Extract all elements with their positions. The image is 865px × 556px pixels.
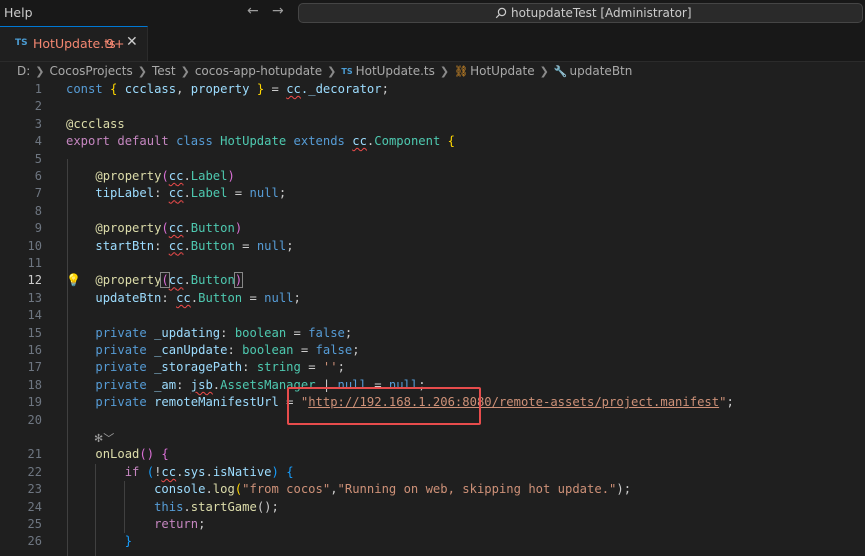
line-number: 2 bbox=[34, 99, 42, 114]
line-number: 25 bbox=[27, 517, 42, 531]
code-line: 15 private _updating: boolean = false; bbox=[0, 325, 865, 342]
code-line: 22 if (!cc.sys.isNative) { bbox=[0, 464, 865, 481]
line-number: 3 bbox=[34, 116, 42, 131]
line-number: 6 bbox=[34, 169, 42, 183]
close-icon[interactable]: ✕ bbox=[126, 34, 138, 50]
line-number: 17 bbox=[27, 360, 42, 375]
code-line: 10 startBtn: cc.Button = null; bbox=[0, 238, 865, 255]
typescript-icon: TS bbox=[341, 66, 353, 76]
codelens-icon[interactable]: ✻﹀ bbox=[94, 430, 114, 446]
breadcrumb-item-test[interactable]: Test bbox=[152, 64, 176, 78]
breadcrumb-item-cocosprojects[interactable]: CocosProjects bbox=[50, 64, 133, 78]
code-line: 25 return; bbox=[0, 516, 865, 533]
class-icon: ⛓ bbox=[454, 64, 469, 78]
search-text: hotupdateTest [Administrator] bbox=[511, 6, 692, 20]
line-number: 1 bbox=[34, 82, 42, 96]
chevron-right-icon: ❯ bbox=[539, 64, 549, 78]
code-line: 7 tipLabel: cc.Label = null; bbox=[0, 185, 865, 202]
breadcrumb-item-member[interactable]: updateBtn bbox=[570, 64, 633, 78]
breadcrumb-item-project[interactable]: cocos-app-hotupdate bbox=[195, 64, 322, 78]
code-line-active: 12 💡 @property(cc.Button) bbox=[0, 272, 865, 289]
line-number: 13 bbox=[27, 290, 42, 305]
command-center-search[interactable]: hotupdateTest [Administrator] bbox=[298, 3, 863, 23]
code-line: 2 bbox=[0, 98, 865, 115]
wrench-icon: 🔧 bbox=[553, 64, 568, 78]
typescript-icon: TS bbox=[15, 38, 28, 48]
line-number: 11 bbox=[27, 256, 42, 270]
code-editor[interactable]: 1 const { ccclass, property } = cc._deco… bbox=[0, 81, 865, 556]
chevron-right-icon: ❯ bbox=[327, 64, 337, 78]
code-line: 16 private _canUpdate: boolean = false; bbox=[0, 342, 865, 359]
breadcrumb: D: ❯ CocosProjects ❯ Test ❯ cocos-app-ho… bbox=[17, 63, 632, 79]
line-number: 15 bbox=[27, 325, 42, 340]
line-number: 19 bbox=[27, 395, 42, 410]
code-line: 9 @property(cc.Button) bbox=[0, 220, 865, 237]
line-number: 22 bbox=[27, 464, 42, 479]
breadcrumb-item-class[interactable]: HotUpdate bbox=[470, 64, 535, 78]
code-line: 1 const { ccclass, property } = cc._deco… bbox=[0, 81, 865, 98]
line-number: 21 bbox=[27, 447, 42, 462]
search-icon bbox=[495, 7, 507, 19]
line-number: 18 bbox=[27, 377, 42, 392]
code-line: 8 bbox=[0, 203, 865, 220]
line-number: 14 bbox=[27, 308, 42, 323]
code-line: 26 } bbox=[0, 533, 865, 550]
line-number: 7 bbox=[34, 186, 42, 201]
arrow-left-icon[interactable]: ← bbox=[247, 3, 259, 19]
line-number: 20 bbox=[27, 412, 42, 427]
breadcrumb-item-file[interactable]: HotUpdate.ts bbox=[356, 64, 435, 78]
line-number: 12 bbox=[27, 273, 42, 288]
line-number: 5 bbox=[34, 151, 42, 166]
tab-bar: TS HotUpdate.ts 9+ ✕ bbox=[0, 26, 865, 62]
code-line: 5 bbox=[0, 151, 865, 168]
code-line: 14 bbox=[0, 307, 865, 324]
line-number: 4 bbox=[34, 134, 42, 149]
code-line: 17 private _storagePath: string = ''; bbox=[0, 359, 865, 376]
code-line: 23 console.log("from cocos","Running on … bbox=[0, 481, 865, 498]
code-line: 6 @property(cc.Label) bbox=[0, 168, 865, 185]
codelens-row: ✻﹀ bbox=[0, 429, 865, 446]
code-line: 21 onLoad() { bbox=[0, 446, 865, 463]
highlight-annotation-box bbox=[287, 387, 481, 425]
chevron-right-icon: ❯ bbox=[180, 64, 190, 78]
line-number: 8 bbox=[34, 203, 42, 218]
code-line: 13 updateBtn: cc.Button = null; bbox=[0, 290, 865, 307]
chevron-right-icon: ❯ bbox=[439, 64, 450, 78]
menu-help[interactable]: Help bbox=[4, 5, 33, 20]
title-bar: Help ← → hotupdateTest [Administrator] bbox=[0, 0, 865, 27]
line-number: 24 bbox=[27, 499, 42, 514]
line-number: 10 bbox=[27, 238, 42, 253]
chevron-right-icon: ❯ bbox=[137, 64, 147, 78]
code-line: 3 @ccclass bbox=[0, 116, 865, 133]
tab-hotupdate-ts[interactable]: TS HotUpdate.ts 9+ ✕ bbox=[0, 26, 148, 61]
breadcrumb-item-drive[interactable]: D: bbox=[17, 64, 30, 78]
line-number: 16 bbox=[27, 343, 42, 357]
tab-title: HotUpdate.ts bbox=[33, 36, 116, 51]
code-line: 24 this.startGame(); bbox=[0, 499, 865, 516]
line-number: 26 bbox=[27, 534, 42, 549]
problems-count-badge: 9+ bbox=[106, 36, 125, 51]
code-line: 4 export default class HotUpdate extends… bbox=[0, 133, 865, 150]
code-line: 11 bbox=[0, 255, 865, 272]
line-number: 23 bbox=[27, 482, 42, 497]
chevron-right-icon: ❯ bbox=[35, 64, 45, 78]
arrow-right-icon[interactable]: → bbox=[272, 3, 284, 19]
line-number: 9 bbox=[34, 221, 42, 236]
